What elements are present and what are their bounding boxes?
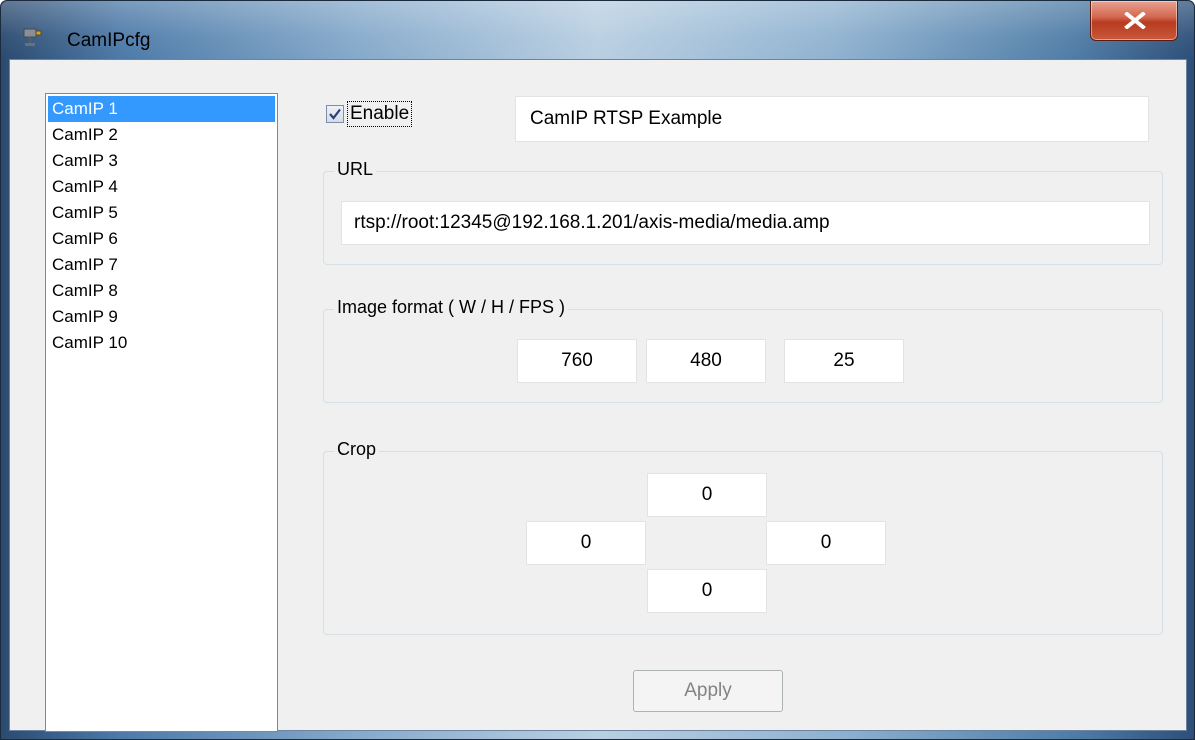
crop-group-label: Crop [334, 439, 380, 460]
camera-listbox[interactable]: CamIP 1 CamIP 2 CamIP 3 CamIP 4 CamIP 5 … [45, 93, 278, 732]
url-input[interactable]: rtsp://root:12345@192.168.1.201/axis-med… [341, 201, 1150, 245]
width-input[interactable]: 760 [517, 339, 637, 383]
window-title: CamIPcfg [67, 30, 151, 51]
apply-button[interactable]: Apply [633, 670, 783, 712]
list-item-camip-7[interactable]: CamIP 7 [48, 252, 275, 278]
image-format-group: Image format ( W / H / FPS ) 760 480 25 [323, 297, 1163, 403]
fps-input[interactable]: 25 [784, 339, 904, 383]
list-item-camip-3[interactable]: CamIP 3 [48, 148, 275, 174]
list-item-camip-4[interactable]: CamIP 4 [48, 174, 275, 200]
crop-left-input[interactable]: 0 [526, 521, 646, 565]
crop-top-input[interactable]: 0 [647, 473, 767, 517]
crop-right-input[interactable]: 0 [766, 521, 886, 565]
crop-group: Crop 0 0 0 0 [323, 439, 1163, 635]
dialog-client-area: CamIP 1 CamIP 2 CamIP 3 CamIP 4 CamIP 5 … [9, 59, 1187, 732]
camera-name-input[interactable]: CamIP RTSP Example [515, 96, 1149, 142]
list-item-camip-9[interactable]: CamIP 9 [48, 304, 275, 330]
title-bar[interactable]: CamIPcfg [1, 1, 1194, 59]
height-input[interactable]: 480 [646, 339, 766, 383]
list-item-camip-8[interactable]: CamIP 8 [48, 278, 275, 304]
list-item-camip-5[interactable]: CamIP 5 [48, 200, 275, 226]
close-x-icon [1124, 12, 1146, 29]
enable-checkbox[interactable] [326, 105, 344, 123]
url-group: URL rtsp://root:12345@192.168.1.201/axis… [323, 159, 1163, 265]
list-item-camip-6[interactable]: CamIP 6 [48, 226, 275, 252]
list-item-camip-10[interactable]: CamIP 10 [48, 330, 275, 356]
list-item-camip-2[interactable]: CamIP 2 [48, 122, 275, 148]
camera-icon [23, 28, 42, 46]
close-button[interactable] [1090, 1, 1178, 41]
image-format-group-label: Image format ( W / H / FPS ) [334, 297, 569, 318]
url-group-label: URL [334, 159, 377, 180]
crop-bottom-input[interactable]: 0 [647, 569, 767, 613]
enable-label[interactable]: Enable [347, 101, 413, 127]
list-item-camip-1[interactable]: CamIP 1 [48, 96, 275, 122]
checkmark-icon [329, 108, 341, 120]
camipcfg-window: CamIPcfg CamIP 1 CamIP 2 CamIP 3 CamIP 4… [0, 0, 1195, 740]
